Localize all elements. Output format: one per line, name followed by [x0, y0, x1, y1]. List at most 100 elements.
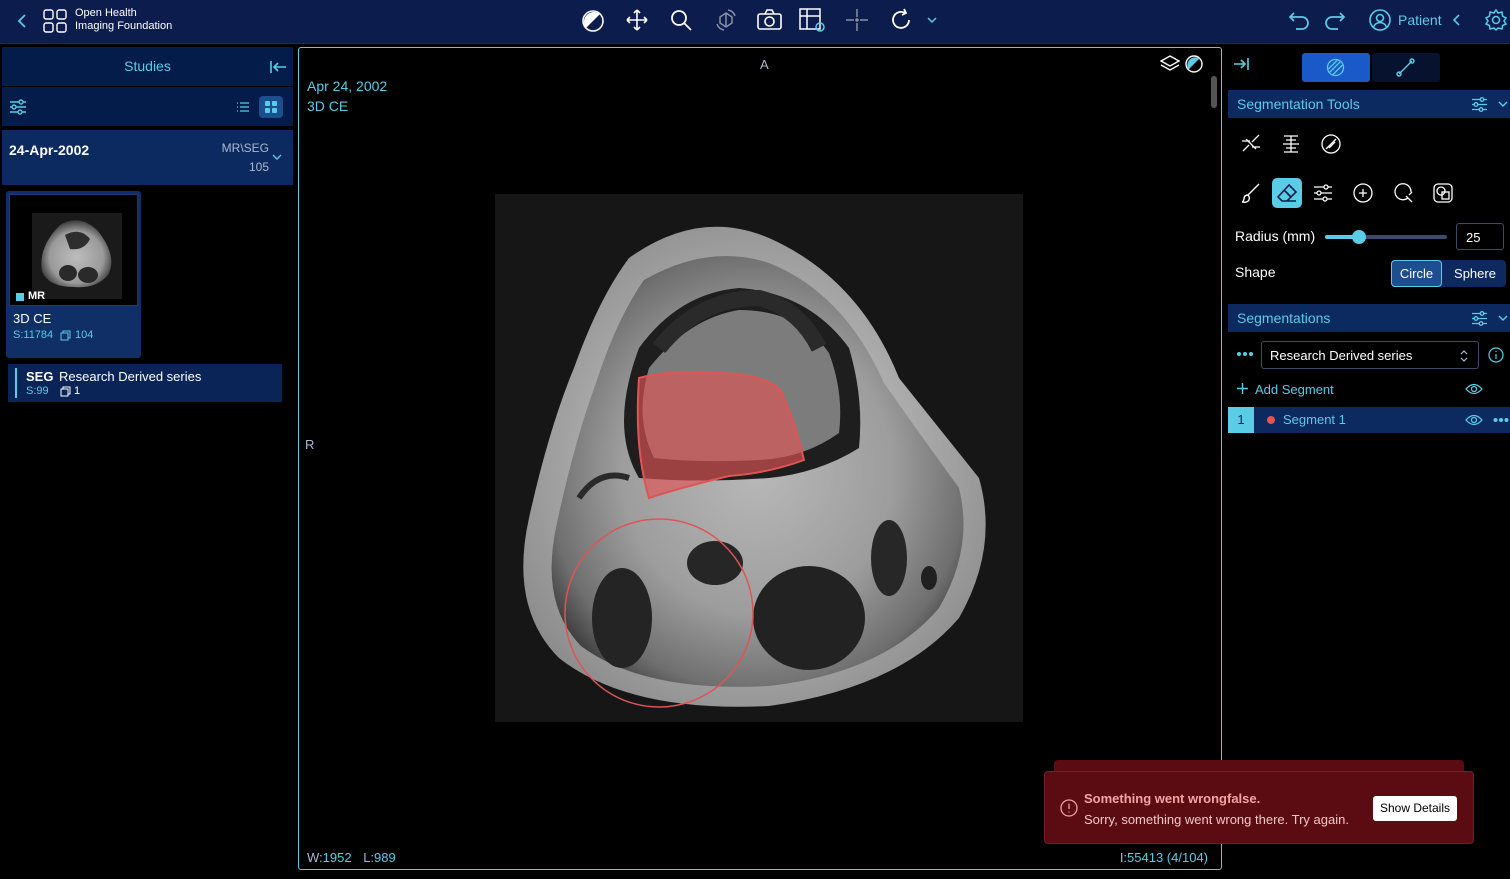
brush-settings-icon: [1312, 182, 1334, 204]
main-viewport[interactable]: A R Apr 24, 2002 3D CE W:1952 L:989 I:55…: [298, 47, 1222, 870]
segmentations-settings-icon[interactable]: [1471, 311, 1488, 326]
segmentation-select-value: Research Derived series: [1270, 348, 1413, 363]
segment-anything-tool-button[interactable]: [1316, 129, 1346, 159]
study-expand-chevron-icon[interactable]: [272, 153, 282, 161]
shape-label: Shape: [1235, 264, 1276, 280]
thumbnail-instance-count: 104: [75, 329, 94, 341]
shape-option-sphere[interactable]: Sphere: [1444, 260, 1506, 287]
error-alert-icon: [1060, 799, 1078, 817]
thumbnail-series-number: S:11784: [13, 329, 54, 341]
derived-series-number: S:99: [26, 385, 49, 397]
segmentation-tools-header[interactable]: Segmentation Tools: [1228, 90, 1510, 118]
orientation-marker-top: A: [760, 57, 769, 72]
undo-icon[interactable]: [1288, 10, 1310, 30]
toast-title: Something went wrongfalse.: [1084, 791, 1261, 806]
redo-icon[interactable]: [1324, 10, 1346, 30]
collapse-left-panel-icon[interactable]: [270, 60, 287, 74]
error-toast: Something went wrongfalse. Sorry, someth…: [1044, 771, 1474, 844]
segment-visibility-eye-icon[interactable]: [1465, 414, 1483, 426]
window-level-readout: W:1952 L:989: [307, 850, 396, 865]
camera-icon[interactable]: [757, 9, 782, 31]
circle-scissor-tool-button[interactable]: [1348, 178, 1378, 208]
pan-icon[interactable]: [625, 8, 649, 32]
crosshair-icon[interactable]: [845, 8, 869, 32]
level-label: L:: [363, 850, 375, 865]
tools-settings-icon[interactable]: [1471, 97, 1488, 112]
viewport-contrast-icon[interactable]: [1185, 55, 1203, 73]
more-tools-chevron-icon[interactable]: [926, 14, 938, 26]
study-instance-count: 105: [248, 160, 269, 174]
filter-settings-icon[interactable]: [9, 99, 27, 115]
segmentation-info-icon[interactable]: [1488, 347, 1504, 363]
layout-settings-icon[interactable]: [799, 8, 827, 34]
grid-view-button[interactable]: [259, 96, 283, 118]
instance-readout: I:55413 (4/104): [1120, 850, 1208, 865]
toggle-all-visibility-eye-icon[interactable]: [1465, 383, 1483, 395]
patient-label[interactable]: Patient: [1398, 12, 1442, 28]
top-navbar: Open Health Imaging Foundation Patient: [0, 0, 1510, 44]
segmentations-title: Segmentations: [1237, 310, 1331, 326]
radius-label: Radius (mm): [1235, 228, 1316, 244]
derived-series-modality: SEG: [26, 369, 54, 384]
threshold-tool-button[interactable]: [1276, 129, 1306, 159]
brush-tool-button[interactable]: [1236, 178, 1266, 208]
tools-collapse-chevron-icon[interactable]: [1498, 100, 1508, 108]
study-date: 24-Apr-2002: [9, 142, 90, 158]
segment-row[interactable]: 1 Segment 1: [1228, 407, 1510, 433]
list-view-button[interactable]: [231, 96, 255, 118]
series-thumbnail-card[interactable]: MR 3D CE S:11784 104: [6, 191, 141, 358]
derived-instances-icon: [60, 386, 71, 397]
shapes-icon: [1432, 182, 1454, 204]
layers-icon[interactable]: [1160, 55, 1180, 73]
viewport-scrollbar[interactable]: [1211, 76, 1217, 108]
ohif-logo-icon: [43, 9, 67, 33]
patient-chevron-icon[interactable]: [1451, 13, 1463, 27]
zoom-icon[interactable]: [669, 8, 693, 32]
segmentations-header[interactable]: Segmentations: [1228, 304, 1510, 332]
studies-header: Studies: [2, 47, 293, 86]
segmentation-select[interactable]: Research Derived series: [1261, 341, 1479, 369]
tab-measurements[interactable]: [1372, 53, 1440, 82]
derived-instance-count: 1: [74, 385, 81, 397]
viewport-series-description: 3D CE: [307, 98, 349, 114]
study-modalities: MR\SEG: [221, 141, 269, 155]
shapes-tool-button[interactable]: [1428, 178, 1458, 208]
eraser-tool-button[interactable]: [1272, 178, 1302, 208]
shape-toggle-group: Circle Sphere: [1391, 260, 1506, 287]
add-segment-plus-icon[interactable]: [1236, 382, 1249, 395]
rotate-3d-icon[interactable]: [714, 8, 738, 32]
segment-anything-icon: [1320, 133, 1342, 155]
segment-label[interactable]: Segment 1: [1283, 412, 1346, 427]
brush-settings-tool-button[interactable]: [1308, 178, 1338, 208]
segmentations-collapse-chevron-icon[interactable]: [1498, 314, 1508, 322]
segmentation-more-options-icon[interactable]: [1236, 351, 1254, 357]
derived-series-item[interactable]: SEG Research Derived series S:99 1: [8, 364, 282, 402]
left-panel: Studies 24-Apr-2002 MR\SEG 105 MR 3D CE …: [0, 45, 296, 879]
radius-input[interactable]: 25: [1456, 223, 1504, 250]
radius-value: 25: [1466, 230, 1481, 245]
modality-color-swatch: [16, 293, 24, 301]
study-item[interactable]: 24-Apr-2002 MR\SEG 105: [2, 130, 293, 185]
lasso-tool-button[interactable]: [1388, 178, 1418, 208]
mri-image[interactable]: [299, 48, 1222, 870]
instance-label: I:: [1119, 850, 1128, 865]
segment-more-options-icon[interactable]: [1493, 417, 1509, 423]
add-segment-button[interactable]: Add Segment: [1255, 382, 1334, 397]
settings-gear-icon[interactable]: [1485, 9, 1507, 31]
list-view-icon: [236, 101, 250, 113]
derived-series-accent-bar: [15, 368, 17, 398]
segment-color-dot: [1267, 416, 1275, 424]
window-level-icon[interactable]: [581, 9, 605, 33]
collapse-right-panel-icon[interactable]: [1233, 57, 1249, 71]
grid-view-icon: [264, 101, 278, 113]
patient-user-icon[interactable]: [1369, 9, 1391, 31]
radius-slider[interactable]: [1325, 230, 1447, 244]
interpolate-tool-button[interactable]: [1236, 129, 1266, 159]
radius-slider-thumb[interactable]: [1352, 230, 1367, 244]
reset-rotate-icon[interactable]: [889, 8, 913, 32]
tab-segmentation[interactable]: [1302, 53, 1370, 82]
show-details-button[interactable]: Show Details: [1373, 796, 1457, 821]
tab-studies[interactable]: Studies: [2, 58, 293, 74]
back-chevron-icon[interactable]: [16, 13, 30, 29]
shape-option-circle[interactable]: Circle: [1391, 260, 1442, 287]
